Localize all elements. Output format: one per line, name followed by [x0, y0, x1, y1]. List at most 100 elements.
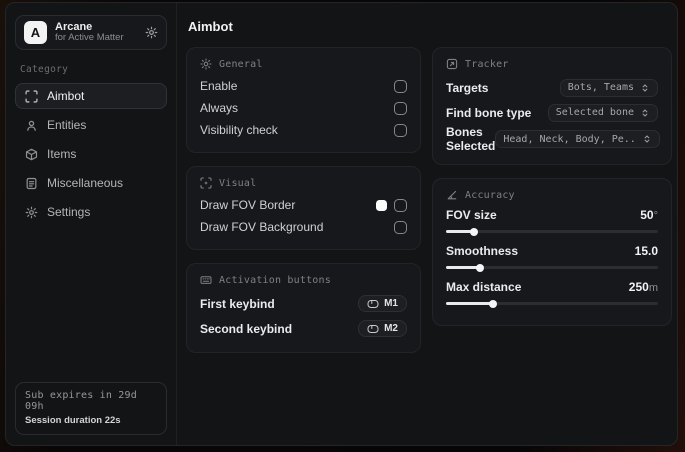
setting-row-always: Always: [200, 97, 407, 119]
setting-label: First keybind: [200, 296, 275, 311]
targets-dropdown[interactable]: Bots, Teams: [559, 78, 658, 97]
section-title: Tracker: [465, 58, 509, 70]
setting-label: Max distance: [446, 279, 522, 294]
setting-label: Visibility check: [200, 123, 278, 137]
sidebar-item-label: Settings: [47, 205, 91, 219]
unfold-icon: [642, 134, 652, 144]
tracker-icon: [446, 58, 458, 70]
find-bone-type-dropdown[interactable]: Selected bone: [547, 103, 658, 122]
category-nav: Aimbot Entities Items Miscellaneous Sett…: [15, 83, 167, 225]
second-keybind-button[interactable]: M2: [358, 320, 407, 337]
enable-checkbox[interactable]: [394, 79, 407, 93]
cube-icon: [25, 148, 38, 161]
keybind-value: M1: [384, 298, 398, 309]
section-title: General: [219, 58, 263, 70]
fov-border-color-swatch[interactable]: [376, 199, 387, 211]
slider-value: 250m: [628, 279, 658, 294]
sidebar-item-settings[interactable]: Settings: [15, 199, 167, 225]
setting-row-draw-fov-background: Draw FOV Background: [200, 216, 407, 238]
session-duration-text: Session duration 22s: [25, 415, 121, 426]
sidebar-item-items[interactable]: Items: [15, 141, 167, 167]
slider-unit: °: [653, 209, 658, 222]
dropdown-value: Selected bone: [555, 107, 634, 118]
keybind-value: M2: [384, 323, 398, 334]
category-label: Category: [20, 64, 69, 75]
scan-icon: [25, 89, 38, 103]
first-keybind-button[interactable]: M1: [358, 295, 407, 312]
slider-thumb[interactable]: [488, 299, 497, 308]
bones-selected-dropdown[interactable]: Head, Neck, Body, Pe..: [495, 130, 660, 148]
gear-icon[interactable]: [145, 26, 158, 39]
tracker-section: Tracker Targets Bots, Teams Find bone ty…: [432, 47, 672, 165]
draw-fov-border-checkbox[interactable]: [394, 198, 407, 212]
sidebar-item-label: Aimbot: [47, 89, 85, 103]
mouse-icon: [367, 299, 379, 309]
angle-icon: [446, 189, 458, 201]
sidebar-item-entities[interactable]: Entities: [15, 112, 167, 138]
list-icon: [25, 177, 38, 190]
setting-label: Smoothness: [446, 243, 519, 258]
draw-fov-background-checkbox[interactable]: [394, 220, 407, 234]
setting-label: Bones Selected: [446, 125, 496, 153]
page-title: Aimbot: [188, 19, 233, 34]
slider-value: 50°: [640, 207, 658, 222]
entities-icon: [25, 119, 38, 132]
section-title: Accuracy: [465, 189, 515, 201]
section-title: Activation buttons: [219, 274, 331, 286]
brand-subtitle: for Active Matter: [55, 32, 124, 44]
sidebar-item-miscellaneous[interactable]: Miscellaneous: [15, 170, 167, 196]
always-checkbox[interactable]: [394, 101, 407, 115]
brand-logo: A: [24, 21, 47, 44]
app-window: A Arcane for Active Matter Category Aimb…: [5, 2, 678, 446]
subscription-card: Sub expires in 29d 09h Session duration …: [15, 382, 167, 435]
setting-row-draw-fov-border: Draw FOV Border: [200, 194, 407, 216]
gear-icon: [25, 206, 38, 219]
setting-label: Second keybind: [200, 321, 293, 336]
setting-row-smoothness: Smoothness 15.0: [446, 242, 658, 272]
activation-buttons-section: Activation buttons First keybind M1 Seco…: [186, 263, 421, 353]
setting-label: FOV size: [446, 207, 497, 222]
unfold-icon: [640, 108, 650, 118]
setting-row-max-distance: Max distance 250m: [446, 278, 658, 308]
sidebar: A Arcane for Active Matter Category Aimb…: [6, 3, 177, 445]
slider-thumb[interactable]: [469, 227, 478, 236]
sidebar-item-aimbot[interactable]: Aimbot: [15, 83, 167, 109]
slider-value: 15.0: [634, 243, 658, 258]
setting-label: Draw FOV Background: [200, 220, 324, 234]
sidebar-item-label: Entities: [47, 118, 87, 132]
slider-fill: [446, 302, 493, 305]
unfold-icon: [640, 83, 650, 93]
slider-unit: m: [648, 281, 658, 294]
slider-thumb[interactable]: [475, 263, 484, 272]
setting-label: Enable: [200, 79, 238, 93]
setting-label: Find bone type: [446, 105, 532, 120]
setting-row-first-keybind: First keybind M1: [200, 291, 407, 316]
max-distance-slider[interactable]: [446, 299, 658, 308]
setting-row-enable: Enable: [200, 75, 407, 97]
visibility-check-checkbox[interactable]: [394, 123, 407, 137]
accuracy-section: Accuracy FOV size 50° Smoothness 15.0 Ma…: [432, 178, 672, 326]
setting-label: Draw FOV Border: [200, 198, 296, 212]
general-section: General Enable Always Visibility check: [186, 47, 421, 153]
mouse-icon: [367, 324, 379, 334]
keyboard-icon: [200, 274, 212, 286]
setting-row-visibility-check: Visibility check: [200, 119, 407, 141]
setting-row-bones-selected: Bones Selected Head, Neck, Body, Pe..: [446, 125, 660, 153]
setting-row-fov-size: FOV size 50°: [446, 206, 658, 236]
sidebar-item-label: Items: [47, 147, 77, 161]
main-content: Aimbot General Enable Always Visibility …: [177, 3, 677, 445]
setting-row-second-keybind: Second keybind M2: [200, 316, 407, 341]
setting-label: Targets: [446, 80, 489, 95]
slider-fill: [446, 266, 480, 269]
setting-row-targets: Targets Bots, Teams: [446, 75, 658, 100]
setting-label: Always: [200, 101, 239, 115]
fov-size-slider[interactable]: [446, 227, 658, 236]
sun-icon: [200, 58, 212, 70]
sidebar-item-label: Miscellaneous: [47, 176, 124, 190]
smoothness-slider[interactable]: [446, 263, 658, 272]
dropdown-value: Head, Neck, Body, Pe..: [503, 133, 636, 145]
sparkle-frame-icon: [200, 177, 212, 189]
visual-section: Visual Draw FOV Border Draw FOV Backgrou…: [186, 166, 421, 250]
brand-card: A Arcane for Active Matter: [15, 15, 167, 50]
sub-expiry-text: Sub expires in 29d 09h: [25, 390, 137, 412]
